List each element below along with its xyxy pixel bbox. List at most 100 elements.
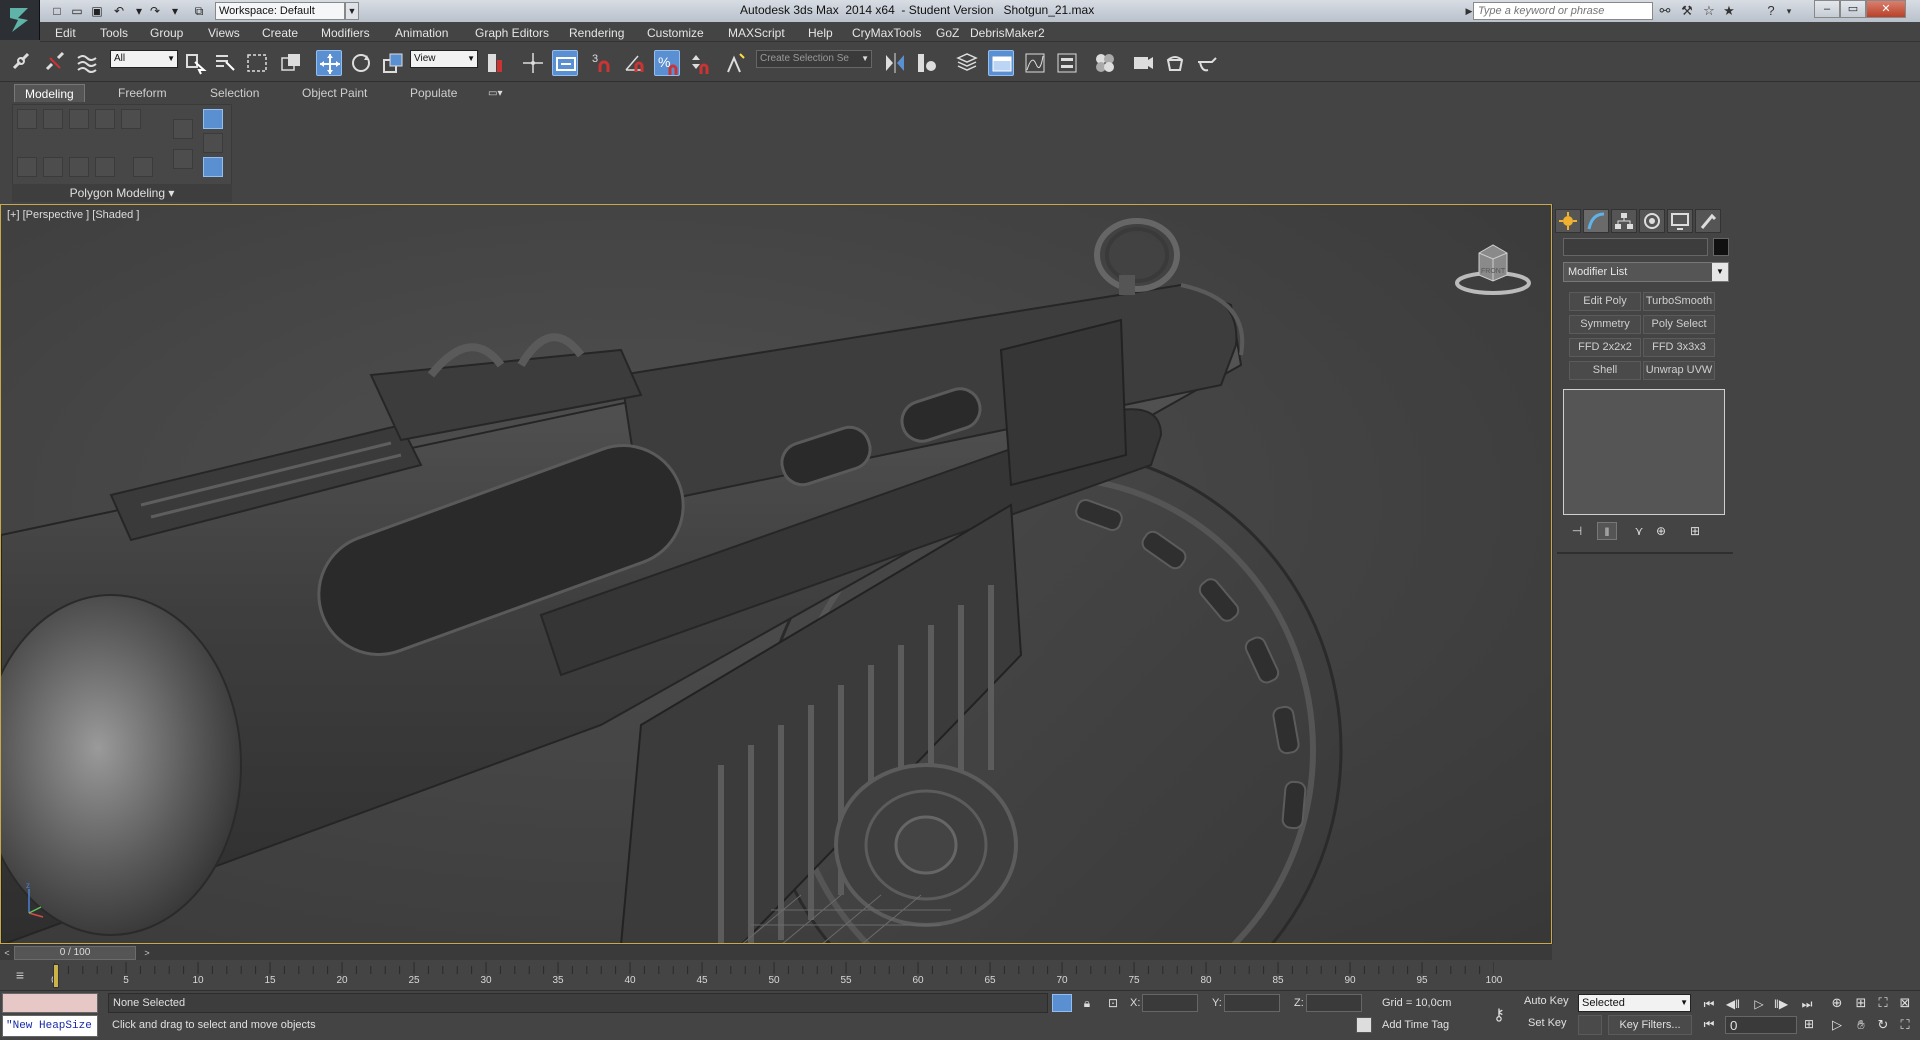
pin-stack-icon[interactable]: ⊣ — [1567, 522, 1587, 540]
zoom-extents-all-icon[interactable]: ⊠ — [1894, 993, 1916, 1013]
object-name-field[interactable] — [1563, 238, 1708, 256]
select-and-move-icon[interactable] — [316, 50, 342, 76]
motion-tab-icon[interactable] — [1639, 209, 1665, 233]
menu-create[interactable]: Create — [262, 26, 298, 40]
selection-lock-icon[interactable]: 🔒︎ — [1078, 994, 1096, 1012]
communication-center-icon[interactable]: ☆ — [1700, 3, 1718, 19]
object-color-swatch[interactable] — [1713, 238, 1729, 256]
layer-manager-icon[interactable] — [954, 50, 980, 76]
create-tab-icon[interactable] — [1555, 209, 1581, 233]
window-crossing-icon[interactable] — [278, 50, 304, 76]
menu-rendering[interactable]: Rendering — [569, 26, 624, 40]
make-unique-icon[interactable]: ⋎ — [1629, 522, 1649, 540]
field-of-view-icon[interactable]: ▷ — [1826, 1015, 1848, 1035]
element-mode-icon[interactable] — [133, 157, 153, 177]
favorites-icon[interactable]: ★ — [1720, 3, 1738, 19]
minimize-button[interactable]: – — [1814, 0, 1840, 18]
mirror-icon[interactable] — [882, 50, 908, 76]
pivot-center-icon[interactable] — [482, 50, 508, 76]
go-to-start-icon[interactable]: ⏮ — [1698, 995, 1720, 1013]
menu-views[interactable]: Views — [208, 26, 240, 40]
viewport-label-menu[interactable]: [+] [Perspective ] [Shaded ] — [7, 209, 139, 221]
viewcube-icon[interactable]: FRONT — [1453, 231, 1533, 301]
play-icon[interactable]: ▷ — [1748, 995, 1770, 1013]
help-icon[interactable]: ? — [1762, 3, 1780, 19]
tab-freeform[interactable]: Freeform — [108, 84, 177, 102]
angle-snap-icon[interactable] — [622, 50, 648, 76]
maxscript-mini-listener[interactable] — [2, 993, 98, 1013]
perspective-viewport[interactable]: [+] [Perspective ] [Shaded ] FRONT z — [0, 204, 1552, 944]
menu-maxscript[interactable]: MAXScript — [728, 26, 785, 40]
redo-dropdown-icon[interactable]: ▾ — [166, 3, 184, 19]
prev-frame-arrow[interactable]: < — [0, 946, 14, 960]
align-icon[interactable] — [914, 50, 940, 76]
pin-stack-icon[interactable] — [95, 157, 115, 177]
maximize-button[interactable]: ▭ — [1840, 0, 1866, 18]
unlink-selection-icon[interactable] — [42, 50, 68, 76]
zoom-all-icon[interactable]: ⊞ — [1850, 993, 1872, 1013]
open-file-icon[interactable]: ▭ — [68, 3, 86, 19]
ffd-3x3x3-button[interactable]: FFD 3x3x3 — [1643, 338, 1715, 357]
menu-help[interactable]: Help — [808, 26, 833, 40]
selection-filter-dropdown[interactable]: All ▼ — [110, 50, 178, 68]
ffd-2x2x2-button[interactable]: FFD 2x2x2 — [1569, 338, 1641, 357]
x-coord-field[interactable] — [1142, 994, 1198, 1012]
symmetry-button[interactable]: Symmetry — [1569, 315, 1641, 334]
set-keys-key-icon[interactable]: ⚷ — [1486, 1005, 1512, 1025]
render-setup-icon[interactable] — [1130, 50, 1156, 76]
render-production-icon[interactable] — [1194, 50, 1220, 76]
save-file-icon[interactable]: ▣ — [88, 3, 106, 19]
configure-modifier-sets-icon[interactable]: ⊞ — [1685, 522, 1705, 540]
menu-edit[interactable]: Edit — [55, 26, 76, 40]
menu-crymaxtools[interactable]: CryMaxTools — [852, 26, 921, 40]
select-and-scale-icon[interactable] — [380, 50, 406, 76]
rendered-frame-window-icon[interactable] — [1162, 50, 1188, 76]
editable-poly-icon[interactable] — [69, 157, 89, 177]
z-coord-field[interactable] — [1306, 994, 1362, 1012]
binoculars-icon[interactable]: ⚯ — [1656, 3, 1674, 19]
modify-mode-icon[interactable] — [203, 133, 223, 153]
y-coord-field[interactable] — [1224, 994, 1280, 1012]
current-frame-marker[interactable] — [53, 964, 59, 988]
tab-populate[interactable]: Populate — [400, 84, 467, 102]
ignore-backfacing-icon[interactable] — [203, 157, 223, 177]
named-selection-sets-dropdown[interactable]: Create Selection Se ▼ — [756, 50, 872, 68]
show-end-result-icon[interactable] — [203, 109, 223, 129]
go-to-end-icon[interactable]: ⏭ — [1796, 995, 1818, 1013]
next-frame-icon[interactable]: ‖▶ — [1770, 995, 1792, 1013]
edit-poly-button[interactable]: Edit Poly — [1569, 292, 1641, 311]
redo-icon[interactable]: ↷ — [146, 3, 164, 19]
material-editor-icon[interactable] — [1092, 50, 1118, 76]
time-configuration-icon[interactable]: ⊞ — [1798, 1015, 1820, 1033]
modifier-stack-list[interactable] — [1563, 389, 1725, 515]
zoom-icon[interactable]: ⊕ — [1826, 993, 1848, 1013]
project-folder-icon[interactable]: ⧉ — [190, 3, 208, 19]
mini-curve-editor-icon[interactable]: ≡ — [8, 964, 32, 986]
remove-modifier-icon[interactable]: ⊕ — [1651, 522, 1671, 540]
select-and-link-icon[interactable] — [8, 50, 34, 76]
absolute-mode-icon[interactable]: ⊡ — [1104, 994, 1122, 1012]
show-end-result-icon[interactable]: ‖ — [1597, 522, 1617, 540]
pan-view-icon[interactable]: ✋︎ — [1850, 1015, 1872, 1035]
edge-mode-icon[interactable] — [95, 109, 115, 129]
time-slider[interactable]: < 0 / 100 > — [0, 944, 1552, 960]
previous-modifier-icon[interactable] — [17, 109, 37, 129]
edit-poly-mode-icon[interactable] — [17, 157, 37, 177]
menu-debrismaker2[interactable]: DebrisMaker2 — [970, 26, 1045, 40]
snaps-toggle-icon[interactable]: 3 — [590, 50, 616, 76]
hierarchy-tab-icon[interactable] — [1611, 209, 1637, 233]
tab-modeling[interactable]: Modeling — [14, 84, 85, 102]
current-frame-field[interactable] — [1725, 1016, 1797, 1034]
menu-graph-editors[interactable]: Graph Editors — [475, 26, 549, 40]
orbit-icon[interactable]: ↻ — [1872, 1015, 1894, 1035]
menu-customize[interactable]: Customize — [647, 26, 704, 40]
percent-snap-icon[interactable]: % — [654, 50, 680, 76]
reference-coordinate-dropdown[interactable]: View ▼ — [410, 50, 478, 68]
time-slider-thumb[interactable]: 0 / 100 — [14, 946, 136, 960]
polygon-modeling-dropdown[interactable]: Polygon Modeling ▾ — [12, 184, 232, 202]
key-mode-toggle-icon[interactable]: ⏮ — [1698, 1015, 1720, 1033]
undo-icon[interactable]: ↶ — [110, 3, 128, 19]
app-logo-button[interactable] — [0, 0, 40, 40]
new-file-icon[interactable]: □ — [48, 3, 66, 19]
tab-selection[interactable]: Selection — [200, 84, 269, 102]
